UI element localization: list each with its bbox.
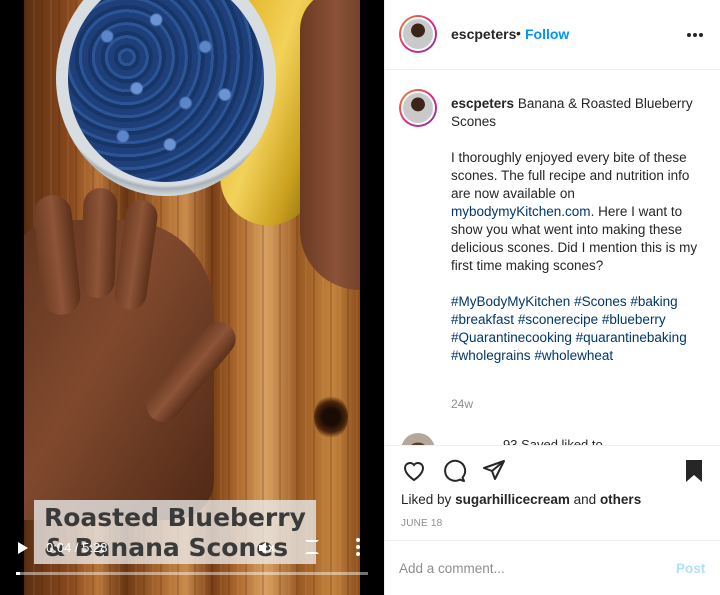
hashtag-link[interactable]: #Quarantinecooking <box>451 330 572 345</box>
comment-icon[interactable] <box>441 458 467 484</box>
caption-username[interactable]: escpeters <box>451 96 514 111</box>
liked-by: Liked by sugarhillicecream and others <box>401 492 641 507</box>
add-comment-bar: Post <box>385 540 720 595</box>
time-separator: / <box>71 540 83 555</box>
comment-avatar[interactable] <box>401 433 435 445</box>
liked-by-others[interactable]: others <box>600 492 641 507</box>
video-player[interactable]: Roasted Blueberry & Banana Scones 0:04 /… <box>0 0 384 595</box>
video-progress-bar[interactable] <box>16 572 368 575</box>
caption-body: I thoroughly enjoyed every bite of these… <box>451 149 707 275</box>
caption-link[interactable]: mybodymyKitchen.com <box>451 204 591 219</box>
hashtag-link[interactable]: #MyBodyMyKitchen <box>451 294 570 309</box>
mute-icon[interactable] <box>256 538 276 558</box>
liked-by-prefix: Liked by <box>401 492 452 507</box>
post-button[interactable]: Post <box>676 561 705 576</box>
post-date[interactable]: JUNE 18 <box>401 518 442 529</box>
header-username[interactable]: escpeters <box>451 26 516 42</box>
avatar[interactable] <box>399 15 437 53</box>
hashtag-link[interactable]: #wholewheat <box>534 348 613 363</box>
video-controls: 0:04 / 5:28 <box>0 530 384 566</box>
more-horizontal-icon[interactable] <box>687 33 703 37</box>
post-caption: escpeters Banana & Roasted Blueberry Sco… <box>451 95 707 365</box>
comments-section[interactable]: escpeters Banana & Roasted Blueberry Sco… <box>385 71 720 445</box>
liked-by-user[interactable]: sugarhillicecream <box>455 492 570 507</box>
hashtag-link[interactable]: #breakfast <box>451 312 514 327</box>
post-age[interactable]: 24w <box>451 397 473 411</box>
hashtag-link[interactable]: #Scones <box>574 294 627 309</box>
more-vertical-icon[interactable] <box>356 538 360 556</box>
video-time: 0:04 / 5:28 <box>46 540 107 555</box>
liked-by-and: and <box>573 492 597 507</box>
caption-avatar[interactable] <box>399 89 437 127</box>
hashtag-link[interactable]: #blueberry <box>602 312 666 327</box>
heart-icon[interactable] <box>401 458 427 484</box>
hashtag-link[interactable]: #wholegrains <box>451 348 531 363</box>
caption-hashtags: #MyBodyMyKitchen #Scones #baking #breakf… <box>451 293 707 365</box>
post-actions: Liked by sugarhillicecream and others JU… <box>385 445 720 540</box>
hashtag-link[interactable]: #sconerecipe <box>518 312 598 327</box>
play-icon[interactable] <box>18 542 28 554</box>
next-comment-text: 93 Saved liked to <box>503 437 603 445</box>
finger-image <box>80 187 118 299</box>
video-progress-fill <box>16 572 21 575</box>
comment-input[interactable] <box>399 555 669 581</box>
current-time: 0:04 <box>46 540 72 555</box>
hashtag-link[interactable]: #quarantinebaking <box>576 330 687 345</box>
share-icon[interactable] <box>481 458 507 484</box>
bookmark-icon[interactable] <box>681 458 707 484</box>
post-header: escpeters • Follow <box>385 0 720 70</box>
wood-knot-image <box>314 395 348 439</box>
follow-button[interactable]: Follow <box>525 26 569 42</box>
fullscreen-icon[interactable] <box>305 540 319 554</box>
caption-body-text: I thoroughly enjoyed every bite of these… <box>451 150 690 201</box>
header-separator: • <box>516 25 521 41</box>
hashtag-link[interactable]: #baking <box>630 294 677 309</box>
right-hand-image <box>300 0 360 290</box>
duration: 5:28 <box>82 540 108 555</box>
post-panel: escpeters • Follow escpeters Banana & Ro… <box>384 0 720 595</box>
caption-title-line: escpeters Banana & Roasted Blueberry Sco… <box>451 95 707 131</box>
